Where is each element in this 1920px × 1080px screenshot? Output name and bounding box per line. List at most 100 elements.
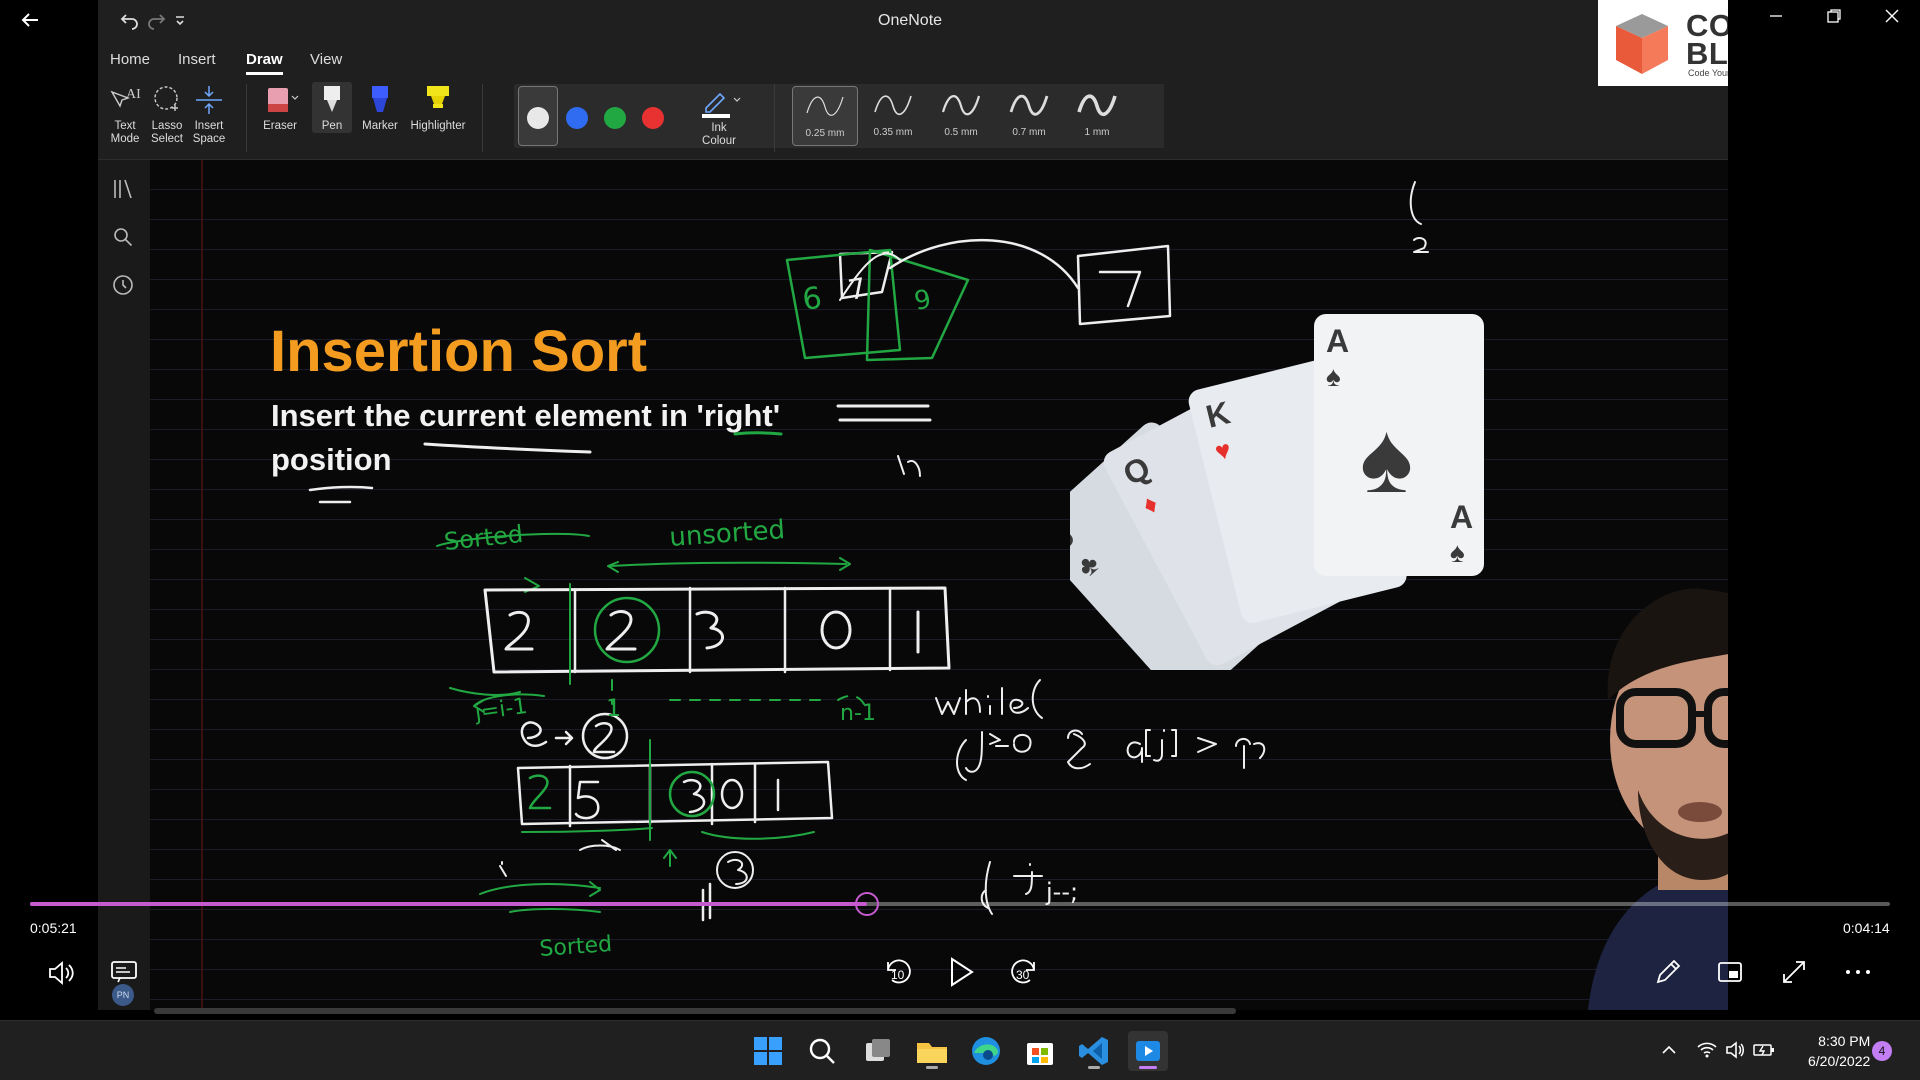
marker-icon xyxy=(372,86,388,112)
color-swatch-blue[interactable] xyxy=(566,107,588,129)
battery-button[interactable] xyxy=(1752,1039,1776,1066)
thickness-option[interactable]: 0.5 mm xyxy=(928,86,994,146)
svg-text:6: 6 xyxy=(800,281,824,318)
playing-cards-illustration: J ♣ Q ♦ K ♥ A ♠ ♠ xyxy=(1070,314,1484,670)
marker-button[interactable]: Marker xyxy=(358,82,402,133)
notification-badge[interactable]: 4 xyxy=(1872,1041,1892,1061)
squiggle-icon xyxy=(806,96,844,116)
horizontal-scrollbar[interactable] xyxy=(154,1008,1236,1014)
notebooks-button[interactable] xyxy=(110,176,136,202)
show-hidden-icons-button[interactable] xyxy=(1660,1041,1678,1064)
elapsed-time: 0:05:21 xyxy=(30,920,77,936)
edge-icon xyxy=(972,1037,1000,1065)
mini-player-button[interactable] xyxy=(1716,958,1744,991)
minimize-button[interactable] xyxy=(1768,8,1784,29)
highlighter-button[interactable]: Highlighter xyxy=(404,82,472,133)
tab-view[interactable]: View xyxy=(310,51,342,68)
eraser-label: Eraser xyxy=(263,120,297,132)
highlighter-label: Highlighter xyxy=(410,120,466,132)
ink-colour-label-1: Ink xyxy=(711,122,727,134)
play-icon xyxy=(951,957,974,987)
microsoft-store-app[interactable] xyxy=(1020,1031,1060,1071)
insert-space-button[interactable]: Insert Space xyxy=(190,82,228,146)
skip-forward-button[interactable]: 30 xyxy=(1006,954,1042,990)
edit-button[interactable] xyxy=(1654,958,1682,991)
close-button[interactable] xyxy=(1884,8,1900,29)
tab-draw[interactable]: Draw xyxy=(246,51,283,75)
ink-colour-icon xyxy=(702,92,741,118)
file-explorer-app[interactable] xyxy=(912,1031,952,1071)
pencil-icon xyxy=(1656,959,1681,984)
play-button[interactable] xyxy=(946,956,976,993)
volume-button[interactable] xyxy=(46,958,76,993)
squiggle-icon xyxy=(941,95,981,116)
recent-button[interactable] xyxy=(110,272,136,298)
onenote-titlebar: OneNote xyxy=(98,0,1728,42)
edge-browser-app[interactable] xyxy=(966,1031,1006,1071)
coding-blocks-logo: CODING BLOCKS Code Your Way To Success xyxy=(1598,0,1728,86)
tab-home[interactable]: Home xyxy=(110,51,150,68)
svg-text:n-1: n-1 xyxy=(840,701,876,726)
media-player-app[interactable] xyxy=(1128,1031,1168,1071)
store-icon xyxy=(1027,1043,1053,1065)
search-icon xyxy=(114,228,133,247)
onenote-page-canvas[interactable]: Insertion Sort Insert the current elemen… xyxy=(150,160,1728,1010)
customize-toolbar-icon xyxy=(176,16,184,26)
video-frame[interactable]: OneNote Home Insert Draw View AI Text Mo… xyxy=(98,0,1728,1010)
remaining-time: 0:04:14 xyxy=(1843,920,1890,936)
ink-colour-button[interactable]: Ink Colour xyxy=(692,84,746,148)
color-swatch-green[interactable] xyxy=(604,107,626,129)
lasso-select-button[interactable]: Lasso Select xyxy=(148,82,186,146)
start-button[interactable] xyxy=(748,1031,788,1071)
squiggle-icon xyxy=(1077,94,1117,117)
thickness-option[interactable]: 0.35 mm xyxy=(860,86,926,146)
text-mode-button[interactable]: AI Text Mode xyxy=(108,82,142,146)
squiggle-icon xyxy=(874,95,912,116)
windows-taskbar: 8:30 PM 6/20/2022 4 xyxy=(0,1020,1920,1080)
vscode-app[interactable] xyxy=(1074,1031,1114,1071)
speaker-icon xyxy=(1726,1041,1744,1059)
thickness-option[interactable]: 1 mm xyxy=(1064,86,1130,146)
skip-back-button[interactable]: 10 xyxy=(880,954,916,990)
more-options-button[interactable] xyxy=(1844,960,1872,989)
fullscreen-button[interactable] xyxy=(1780,958,1808,991)
more-icon xyxy=(1846,970,1870,974)
eraser-button[interactable]: Eraser xyxy=(258,82,302,133)
mini-player-icon xyxy=(1718,962,1742,982)
folder-icon xyxy=(917,1043,947,1063)
search-taskbar-button[interactable] xyxy=(802,1031,842,1071)
svg-text:A: A xyxy=(1326,323,1349,359)
ink-colour-label-2: Colour xyxy=(702,135,736,147)
task-view-button[interactable] xyxy=(858,1031,898,1071)
back-button[interactable] xyxy=(18,8,42,32)
redo-icon xyxy=(148,14,166,30)
speaker-icon xyxy=(49,961,74,985)
clock[interactable]: 8:30 PM 6/20/2022 xyxy=(1808,1031,1870,1071)
search-button[interactable] xyxy=(110,224,136,250)
svg-text:1: 1 xyxy=(606,694,621,722)
vscode-icon xyxy=(1079,1037,1108,1065)
seek-bar-thumb[interactable] xyxy=(855,892,879,916)
skip-forward-seconds: 30 xyxy=(1016,968,1030,982)
color-swatch-red[interactable] xyxy=(642,107,664,129)
skip-back-seconds: 10 xyxy=(891,968,905,982)
logo-line2: BLOCKS xyxy=(1686,36,1728,71)
clock-time: 8:30 PM xyxy=(1818,1033,1871,1049)
volume-tray-button[interactable] xyxy=(1724,1039,1746,1066)
network-button[interactable] xyxy=(1696,1039,1718,1066)
thickness-option[interactable]: 0.25 mm xyxy=(792,86,858,146)
thickness-label: 0.7 mm xyxy=(1012,127,1046,138)
thickness-option[interactable]: 0.7 mm xyxy=(996,86,1062,146)
svg-text:♠: ♠ xyxy=(1450,537,1465,568)
tab-insert[interactable]: Insert xyxy=(178,51,216,68)
highlighter-icon xyxy=(427,86,449,108)
restore-button[interactable] xyxy=(1826,8,1842,29)
notebooks-icon xyxy=(114,179,132,199)
thickness-label: 0.5 mm xyxy=(944,127,978,138)
thickness-label: 0.35 mm xyxy=(873,127,913,138)
color-swatch-white[interactable] xyxy=(527,107,549,129)
pen-button[interactable]: Pen xyxy=(312,82,352,133)
wifi-icon xyxy=(1697,1042,1717,1058)
seek-bar[interactable] xyxy=(30,892,1890,916)
ribbon-tabs: Home Insert Draw View xyxy=(98,42,1728,78)
